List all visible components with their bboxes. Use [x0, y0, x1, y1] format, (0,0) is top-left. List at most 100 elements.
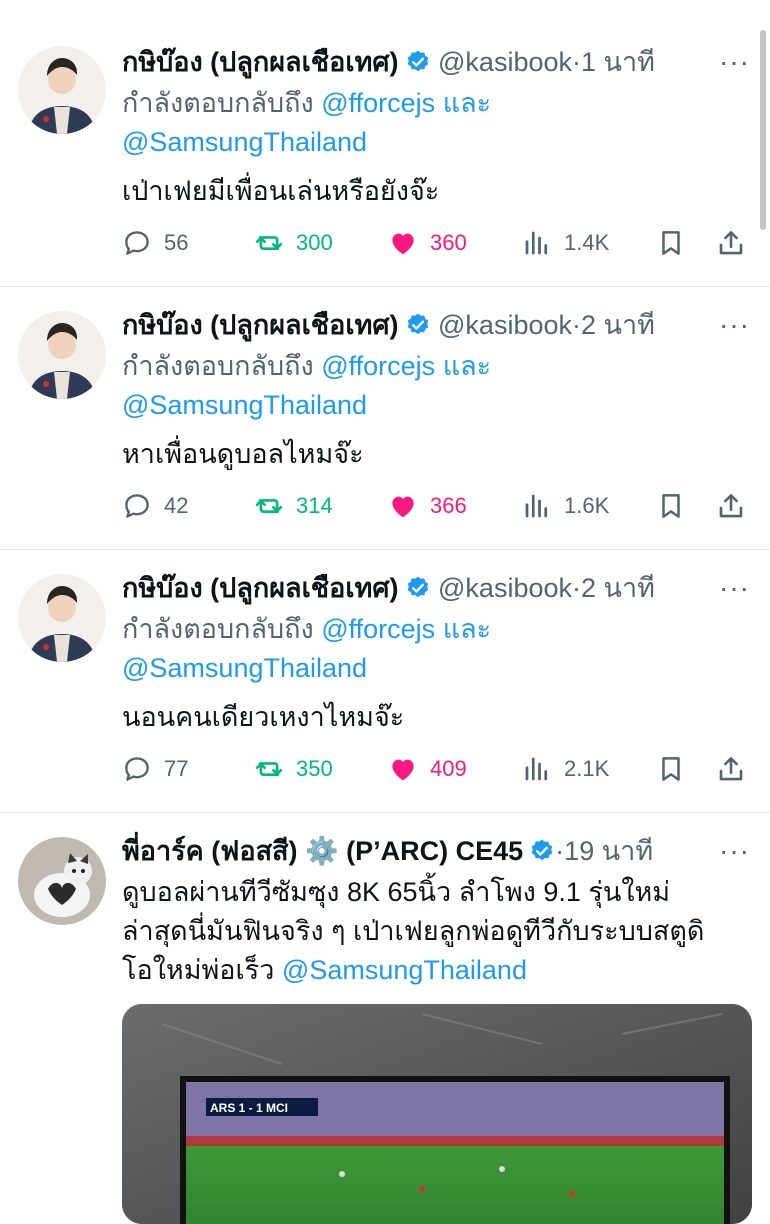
bookmark-icon	[656, 228, 686, 258]
like-button[interactable]: 366	[388, 486, 467, 526]
share-button[interactable]	[716, 749, 746, 789]
tv-scoreboard: ARS 1 - 1 MCI	[210, 1101, 288, 1115]
profile-photo	[18, 574, 106, 662]
verified-badge-icon	[405, 575, 431, 601]
tweet-text-line: โอใหม่พ่อเร็ว @SamsungThailand	[122, 951, 752, 990]
avatar[interactable]	[18, 574, 106, 662]
bookmark-button[interactable]	[656, 223, 686, 263]
verified-badge-icon	[529, 838, 555, 864]
separator-dot: ·	[555, 836, 565, 866]
timestamp[interactable]: 1 นาที	[581, 47, 655, 77]
like-count: 366	[430, 493, 467, 518]
retweet-button[interactable]: 314	[254, 486, 333, 526]
views-chart-icon	[522, 754, 552, 784]
reply-button[interactable]: 56	[122, 223, 188, 263]
more-options-icon[interactable]: ···	[719, 40, 750, 84]
replying-to-label: กำลังตอบกลับถึง	[122, 614, 314, 644]
tweet-header: กษิบ๊อง (ปลูกผลเชือเทศ) @kasibook·2 นาที…	[122, 566, 752, 610]
views-chart-icon	[522, 228, 552, 258]
tweet-media-photo[interactable]: ARS 1 - 1 MCI	[122, 1004, 752, 1224]
reply-count: 77	[164, 756, 189, 781]
mention-link[interactable]: @SamsungThailand	[122, 653, 367, 683]
views-count: 2.1K	[564, 756, 610, 781]
like-count: 360	[430, 230, 467, 255]
mention-link[interactable]: @fforcejs	[321, 88, 435, 118]
reply-icon	[122, 754, 152, 784]
mention-link[interactable]: @SamsungThailand	[122, 127, 367, 157]
avatar[interactable]	[18, 837, 106, 925]
reply-icon	[122, 228, 152, 258]
share-icon	[716, 228, 746, 258]
user-handle[interactable]: @kasibook	[438, 310, 572, 340]
more-options-icon[interactable]: ···	[719, 566, 750, 610]
avatar[interactable]	[18, 311, 106, 399]
retweet-icon	[254, 754, 284, 784]
retweet-count: 314	[296, 493, 333, 518]
reply-button[interactable]: 77	[122, 749, 188, 789]
tweet-header: กษิบ๊อง (ปลูกผลเชือเทศ) @kasibook·1 นาที…	[122, 40, 752, 84]
replying-to: กำลังตอบกลับถึง @fforcejs และ @SamsungTh…	[122, 84, 752, 162]
mention-link[interactable]: @fforcejs	[321, 351, 435, 381]
like-button[interactable]: 409	[388, 749, 467, 789]
reply-icon	[122, 491, 152, 521]
replying-to-and: และ	[442, 351, 492, 381]
replying-to-and: และ	[442, 614, 492, 644]
retweet-icon	[254, 491, 284, 521]
tweet-text-line: ล่าสุดนี่มันฟินจริง ๆ เป่าเฟยลูกพ่อดูทีว…	[122, 916, 705, 946]
share-button[interactable]	[716, 223, 746, 263]
profile-photo	[18, 311, 106, 399]
like-button[interactable]: 360	[388, 223, 467, 263]
replying-to-label: กำลังตอบกลับถึง	[122, 88, 314, 118]
share-icon	[716, 754, 746, 784]
replying-to: กำลังตอบกลับถึง @fforcejs และ @SamsungTh…	[122, 347, 752, 425]
mention-link[interactable]: @SamsungThailand	[282, 955, 527, 985]
retweet-icon	[254, 228, 284, 258]
share-button[interactable]	[716, 486, 746, 526]
tweet-text: หาเพื่อนดูบอลไหมจ๊ะ	[122, 439, 364, 469]
views-chart-icon	[522, 491, 552, 521]
bookmark-button[interactable]	[656, 749, 686, 789]
display-name[interactable]: พี่อาร์ค (ฟอสสี) ⚙️ (P’ARC) CE45	[122, 836, 523, 866]
more-options-icon[interactable]: ···	[719, 303, 750, 347]
retweet-button[interactable]: 300	[254, 223, 333, 263]
tweet[interactable]: กษิบ๊อง (ปลูกผลเชือเทศ) @kasibook·2 นาที…	[0, 287, 770, 550]
heart-icon	[388, 754, 418, 784]
views-count: 1.6K	[564, 493, 610, 518]
tweet-text: ดูบอลผ่านทีวีซัมซุง 8K 65นิ้ว ลำโพง 9.1 …	[122, 873, 752, 990]
tweet[interactable]: กษิบ๊อง (ปลูกผลเชือเทศ) @kasibook·1 นาที…	[0, 22, 770, 287]
display-name[interactable]: กษิบ๊อง (ปลูกผลเชือเทศ)	[122, 47, 399, 77]
separator-dot: ·	[572, 573, 581, 603]
share-icon	[716, 491, 746, 521]
like-count: 409	[430, 756, 467, 781]
timestamp[interactable]: 19 นาที	[564, 836, 653, 866]
bookmark-icon	[656, 754, 686, 784]
retweet-count: 350	[296, 756, 333, 781]
verified-badge-icon	[405, 312, 431, 338]
user-handle[interactable]: @kasibook	[438, 573, 572, 603]
display-name[interactable]: กษิบ๊อง (ปลูกผลเชือเทศ)	[122, 310, 399, 340]
replying-to: กำลังตอบกลับถึง @fforcejs และ @SamsungTh…	[122, 610, 752, 688]
mention-link[interactable]: @fforcejs	[321, 614, 435, 644]
scrollbar[interactable]	[760, 30, 766, 230]
tweet[interactable]: กษิบ๊อง (ปลูกผลเชือเทศ) @kasibook·2 นาที…	[0, 550, 770, 813]
retweet-count: 300	[296, 230, 333, 255]
reply-count: 42	[164, 493, 189, 518]
avatar[interactable]	[18, 46, 106, 134]
timestamp[interactable]: 2 นาที	[581, 310, 655, 340]
retweet-button[interactable]: 350	[254, 749, 333, 789]
bookmark-button[interactable]	[656, 486, 686, 526]
mention-link[interactable]: @SamsungThailand	[122, 390, 367, 420]
heart-icon	[388, 228, 418, 258]
user-handle[interactable]: @kasibook	[438, 47, 572, 77]
tweet-text: เป่าเฟยมีเพื่อนเล่นหรือยังจ๊ะ	[122, 176, 440, 206]
tweet-header: พี่อาร์ค (ฟอสสี) ⚙️ (P’ARC) CE45 ·19 นาที…	[122, 829, 752, 873]
views-button[interactable]: 1.6K	[522, 486, 609, 526]
more-options-icon[interactable]: ···	[719, 829, 750, 873]
verified-badge-icon	[405, 49, 431, 75]
timestamp[interactable]: 2 นาที	[581, 573, 655, 603]
views-button[interactable]: 2.1K	[522, 749, 609, 789]
reply-button[interactable]: 42	[122, 486, 188, 526]
views-button[interactable]: 1.4K	[522, 223, 609, 263]
display-name[interactable]: กษิบ๊อง (ปลูกผลเชือเทศ)	[122, 573, 399, 603]
heart-icon	[388, 491, 418, 521]
